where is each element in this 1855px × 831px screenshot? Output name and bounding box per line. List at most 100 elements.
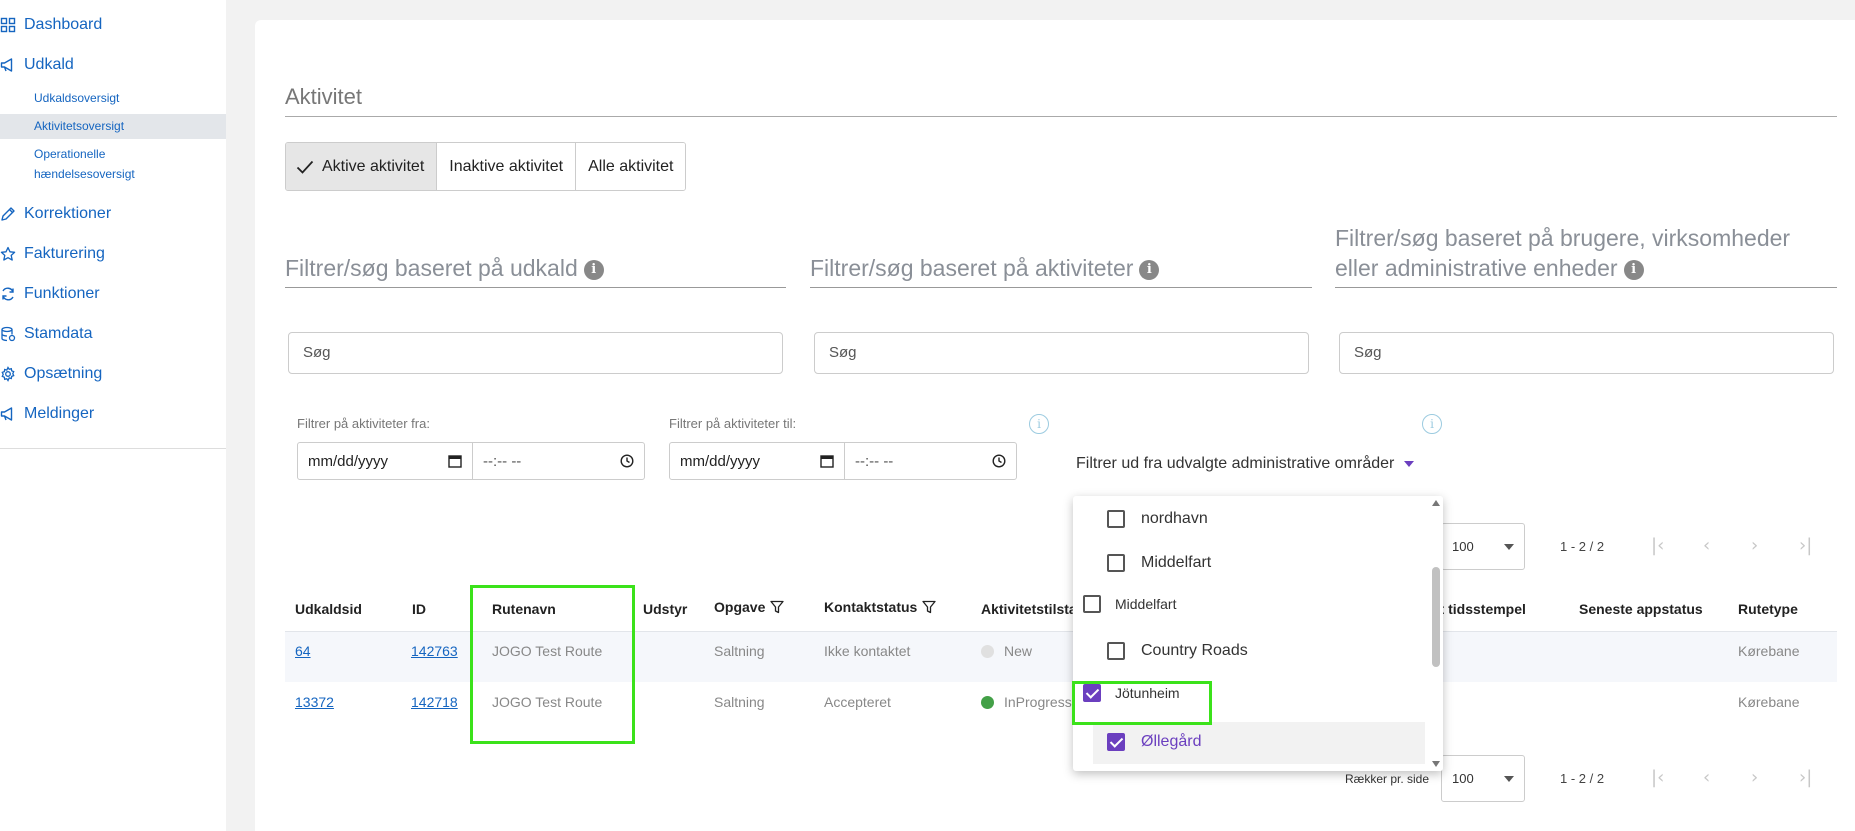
info-icon[interactable]: i xyxy=(1422,414,1442,434)
activity-link[interactable]: 142763 xyxy=(411,643,458,659)
info-icon[interactable]: i xyxy=(1029,414,1049,434)
megaphone-icon xyxy=(0,58,13,72)
refresh-icon xyxy=(2,287,14,301)
pagination-range: 1 - 2 / 2 xyxy=(1560,539,1605,554)
pencil-icon xyxy=(1,207,15,221)
filter-icon[interactable] xyxy=(922,600,937,614)
udkald-search-input[interactable]: Søg xyxy=(288,332,783,374)
sidebar-item-label: Stamdata xyxy=(24,325,93,342)
rows-per-page-select[interactable]: 100 xyxy=(1441,755,1525,802)
filter-underline xyxy=(1335,287,1837,288)
activity-toggle-group: Aktive aktivitet Inaktive aktivitet Alle… xyxy=(285,142,687,191)
date-from-date-input[interactable]: mm/dd/yyyy xyxy=(298,443,472,479)
scroll-up-arrow-icon[interactable] xyxy=(1432,500,1440,506)
cell-udkaldsid: 13372 xyxy=(295,694,334,710)
sidebar-item-stamdata[interactable]: Stamdata xyxy=(0,325,92,343)
page-title: Aktivitet xyxy=(285,84,363,109)
all-activities-button[interactable]: Alle aktivitet xyxy=(576,143,686,190)
cell-status: New xyxy=(981,643,1032,659)
last-page-button[interactable]: ›| xyxy=(1799,767,1812,788)
dropdown-option-selected[interactable]: Øllegård xyxy=(1107,733,1201,751)
aktiviteter-search-input[interactable]: Søg xyxy=(814,332,1309,374)
database-icon xyxy=(1,326,16,342)
dropdown-option[interactable]: Middelfart xyxy=(1083,595,1176,613)
prev-page-button[interactable]: ‹ xyxy=(1703,535,1710,556)
sidebar-subitem-aktivitetsoversigt[interactable]: Aktivitetsoversigt xyxy=(34,116,124,136)
brugere-search-input[interactable]: Søg xyxy=(1339,332,1834,374)
brugere-filter-heading: Filtrer/søg baseret på brugere, virksomh… xyxy=(1335,225,1791,281)
checkbox[interactable] xyxy=(1107,554,1125,572)
date-from-field: mm/dd/yyyy --:-- -- xyxy=(297,442,645,480)
sidebar-item-udkald[interactable]: Udkald xyxy=(0,56,74,74)
checkbox[interactable] xyxy=(1083,595,1101,613)
cell-id: 142718 xyxy=(411,694,458,710)
last-page-button[interactable]: ›| xyxy=(1799,535,1812,556)
rows-per-page-select[interactable]: 100 xyxy=(1441,523,1525,570)
dropdown-scroll-thumb[interactable] xyxy=(1432,567,1440,667)
sidebar-item-dashboard[interactable]: Dashboard xyxy=(0,16,102,34)
date-to-date-input[interactable]: mm/dd/yyyy xyxy=(670,443,844,479)
clock-icon[interactable] xyxy=(620,454,634,468)
sidebar-item-label: Meldinger xyxy=(24,405,95,422)
first-page-button[interactable]: |‹ xyxy=(1651,767,1664,788)
cell-rutetype: Kørebane xyxy=(1738,643,1800,659)
sidebar: Dashboard Udkald Udkaldsoversigt Aktivit… xyxy=(0,0,226,831)
udkald-link[interactable]: 64 xyxy=(295,643,311,659)
activity-link[interactable]: 142718 xyxy=(411,694,458,710)
active-activities-button[interactable]: Aktive aktivitet xyxy=(286,143,438,190)
sidebar-subitem-operationelle[interactable]: Operationelle hændelsesoversigt xyxy=(34,144,135,184)
sidebar-item-label: Opsætning xyxy=(24,365,103,382)
column-header-tidsstempel[interactable]: dt tidsstempel xyxy=(1431,601,1526,617)
grid-icon xyxy=(0,17,16,33)
udkald-link[interactable]: 13372 xyxy=(295,694,334,710)
checkbox[interactable] xyxy=(1107,510,1125,528)
cell-kontaktstatus: Ikke kontaktet xyxy=(824,643,911,659)
title-divider xyxy=(285,116,1837,117)
sidebar-item-fakturering[interactable]: Fakturering xyxy=(0,245,105,263)
clock-icon[interactable] xyxy=(992,454,1006,468)
cell-udkaldsid: 64 xyxy=(295,643,311,659)
next-page-button[interactable]: › xyxy=(1751,767,1758,788)
column-header-udstyr[interactable]: Udstyr xyxy=(643,601,687,617)
column-header-opgave[interactable]: Opgave xyxy=(714,599,785,615)
sidebar-item-label: Fakturering xyxy=(24,245,105,262)
checkbox-checked[interactable] xyxy=(1107,733,1125,751)
date-from-time-input[interactable]: --:-- -- xyxy=(472,443,644,479)
inactive-activities-button[interactable]: Inaktive aktivitet xyxy=(437,143,577,190)
filter-icon[interactable] xyxy=(770,600,785,614)
column-header-udkaldsid[interactable]: Udkaldsid xyxy=(295,601,362,617)
dropdown-option[interactable]: Country Roads xyxy=(1107,642,1248,660)
udkald-filter-heading: Filtrer/søg baseret på udkald i xyxy=(285,253,604,283)
info-icon[interactable]: i xyxy=(1139,260,1160,280)
rows-per-page-label: Rækker pr. side xyxy=(1345,772,1430,786)
column-header-appstatus[interactable]: Seneste appstatus xyxy=(1579,601,1703,617)
scroll-down-arrow-icon[interactable] xyxy=(1432,761,1440,767)
dropdown-option[interactable]: Middelfart xyxy=(1107,554,1211,572)
highlight-box-rutenavn xyxy=(470,585,635,744)
sidebar-item-meldinger[interactable]: Meldinger xyxy=(0,405,94,423)
info-icon[interactable]: i xyxy=(1623,260,1644,280)
column-header-id[interactable]: ID xyxy=(412,601,426,617)
cell-rutetype: Kørebane xyxy=(1738,694,1800,710)
info-icon[interactable]: i xyxy=(583,260,604,280)
sidebar-subitem-udkaldsoversigt[interactable]: Udkaldsoversigt xyxy=(34,88,119,108)
sidebar-item-funktioner[interactable]: Funktioner xyxy=(0,285,100,303)
calendar-icon[interactable] xyxy=(448,454,462,468)
sidebar-item-korrektioner[interactable]: Korrektioner xyxy=(0,205,111,223)
admin-area-filter-select[interactable]: Filtrer ud fra udvalgte administrative o… xyxy=(1076,455,1415,473)
column-header-kontaktstatus[interactable]: Kontaktstatus xyxy=(824,599,937,615)
cell-kontaktstatus: Accepteret xyxy=(824,694,891,710)
date-to-time-input[interactable]: --:-- -- xyxy=(844,443,1016,479)
gear-icon xyxy=(1,366,15,382)
dropdown-option[interactable]: nordhavn xyxy=(1107,510,1208,528)
checkbox[interactable] xyxy=(1107,642,1125,660)
prev-page-button[interactable]: ‹ xyxy=(1703,767,1710,788)
sidebar-item-label: Korrektioner xyxy=(24,205,112,222)
next-page-button[interactable]: › xyxy=(1751,535,1758,556)
sidebar-item-opsaetning[interactable]: Opsætning xyxy=(0,365,102,383)
sidebar-item-label: Funktioner xyxy=(24,285,100,302)
column-header-rutetype[interactable]: Rutetype xyxy=(1738,601,1798,617)
sidebar-item-label: Udkald xyxy=(24,56,74,73)
calendar-icon[interactable] xyxy=(820,454,834,468)
first-page-button[interactable]: |‹ xyxy=(1651,535,1664,556)
